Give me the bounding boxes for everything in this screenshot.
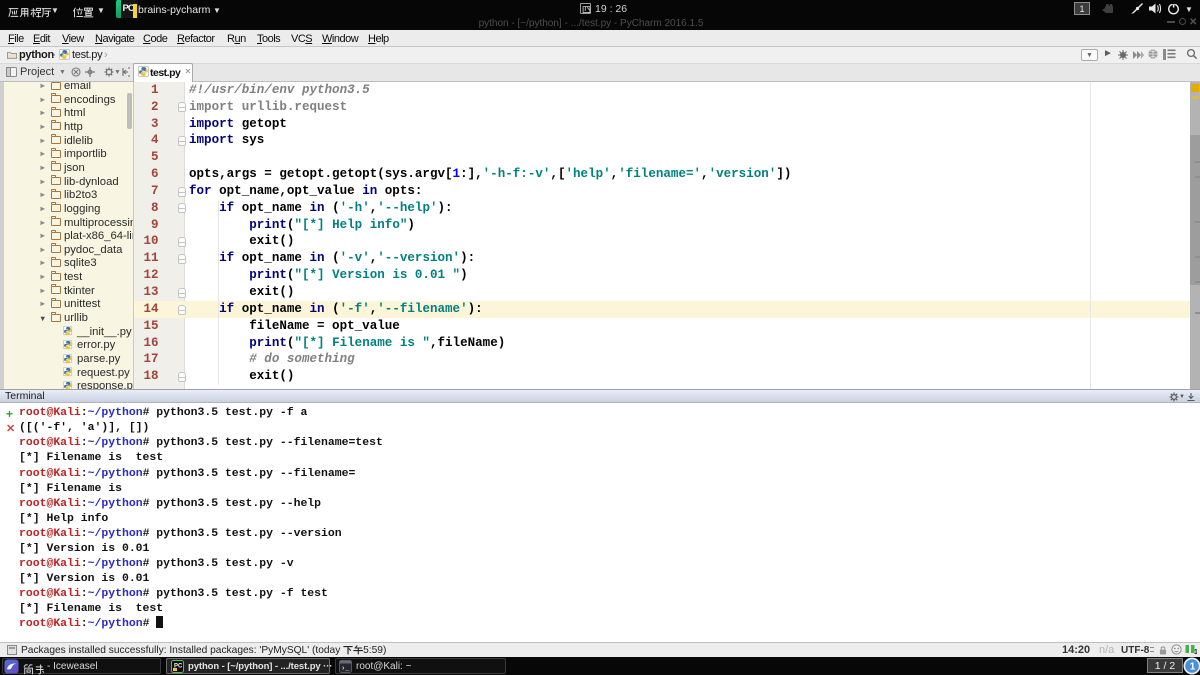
svg-text:PC: PC	[174, 664, 183, 670]
svg-text:1: 1	[1194, 649, 1197, 655]
svg-text:›_: ›_	[341, 665, 350, 673]
svg-text:1: 1	[1190, 662, 1196, 673]
